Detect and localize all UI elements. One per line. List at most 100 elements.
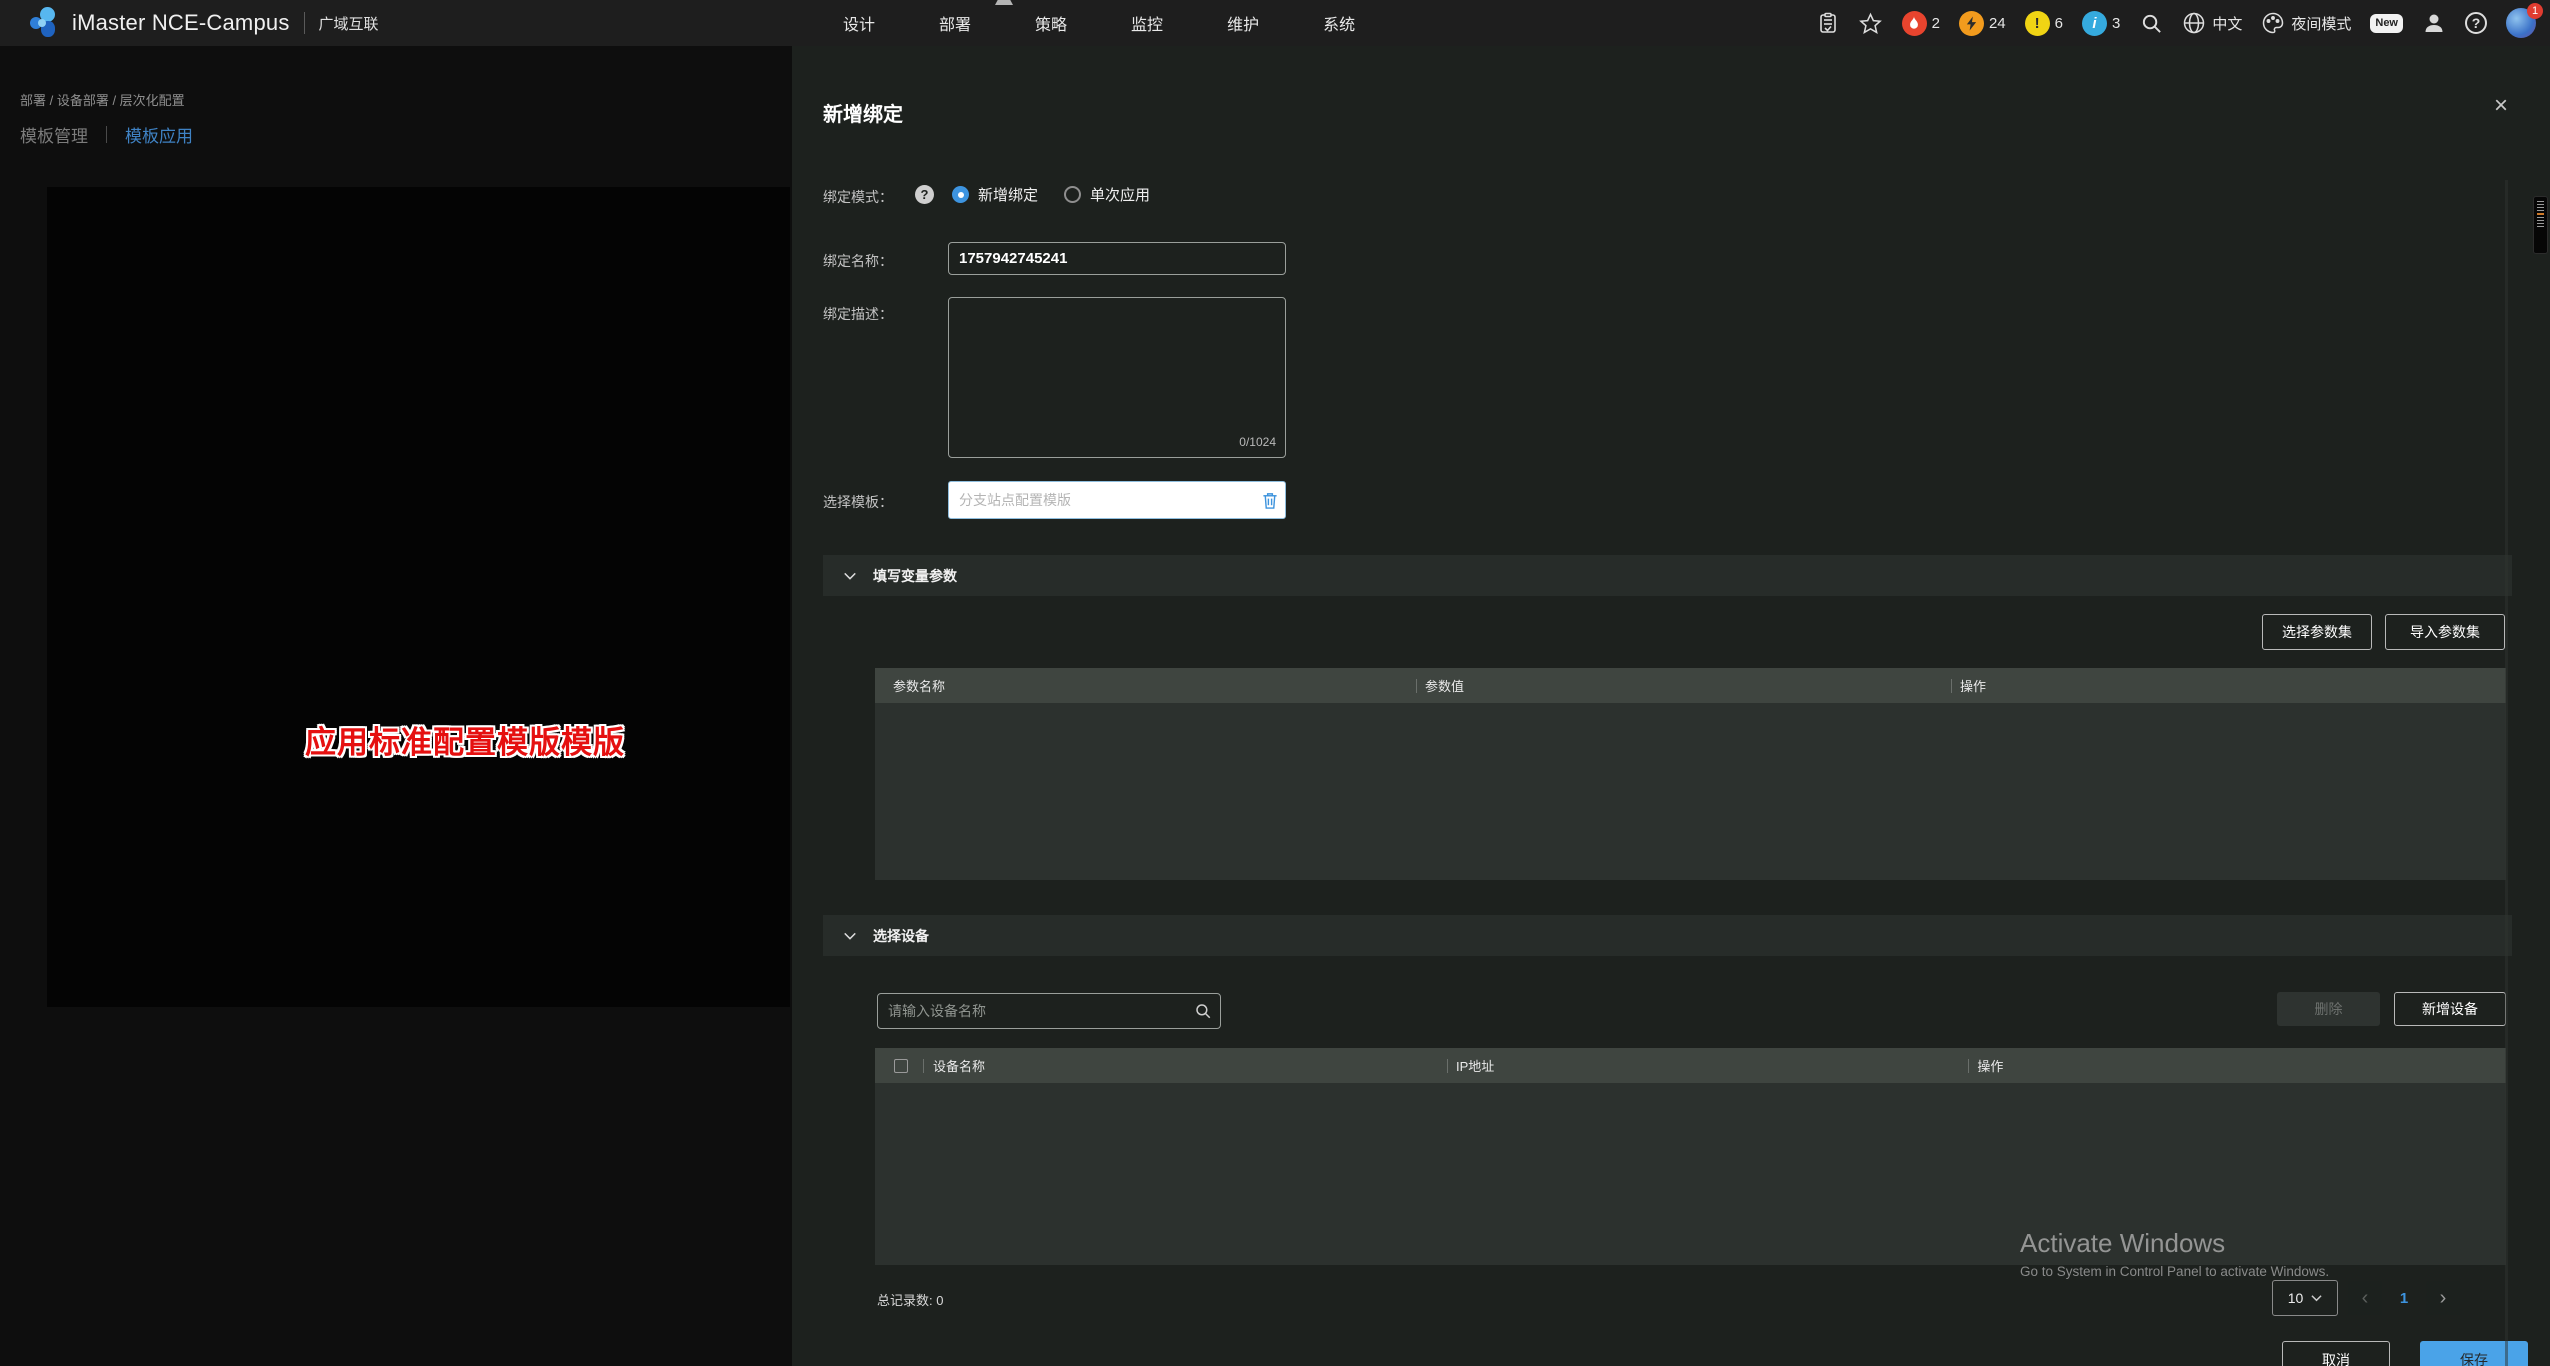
brand-divider — [304, 12, 305, 34]
param-table-header: 参数名称 参数值 操作 — [875, 668, 2506, 703]
binding-name-input[interactable] — [948, 242, 1286, 275]
menu-monitor[interactable]: 监控 — [1131, 11, 1163, 35]
minor-alarm-exclamation-icon: ! — [2025, 11, 2050, 36]
template-select-input[interactable] — [949, 492, 1255, 508]
section-title: 选择设备 — [873, 926, 929, 946]
clear-template-trash-icon[interactable] — [1255, 482, 1285, 518]
drawer-title: 新增绑定 — [823, 98, 903, 127]
section-select-device[interactable]: 选择设备 — [823, 915, 2512, 956]
close-icon[interactable]: × — [2494, 94, 2508, 118]
radio-new-binding[interactable]: 新增绑定 — [952, 184, 1038, 205]
total-records-label: 总记录数: 0 — [877, 1290, 943, 1309]
delete-device-button-disabled[interactable]: 删除 — [2277, 992, 2380, 1026]
breadcrumb: 部署 / 设备部署 / 层次化配置 — [20, 90, 185, 109]
info-alarm-group[interactable]: i 3 — [2082, 11, 2120, 36]
info-alarm-count: 3 — [2112, 15, 2120, 32]
language-switch[interactable]: 中文 — [2182, 11, 2242, 35]
next-page-button[interactable]: › — [2426, 1281, 2460, 1315]
col-ip-address: IP地址 — [1456, 1056, 1494, 1075]
main-menu: 设计 部署 策略 监控 维护 系统 — [843, 0, 1355, 46]
avatar-notification-badge: 1 — [2527, 3, 2543, 19]
column-divider — [1447, 1059, 1448, 1073]
page-tabs: 模板管理 模板应用 — [20, 122, 193, 147]
binding-mode-label: 绑定模式： — [823, 187, 893, 207]
caret-down-icon — [2311, 1294, 2322, 1302]
task-list-icon[interactable] — [1816, 11, 1840, 35]
column-divider — [1416, 679, 1417, 693]
application-window: iMaster NCE-Campus 广域互联 设计 部署 策略 监控 维护 系… — [0, 0, 2550, 1366]
binding-mode-options: 新增绑定 单次应用 — [952, 184, 1150, 205]
binding-desc-textarea[interactable] — [948, 297, 1286, 458]
device-table: 设备名称 IP地址 操作 — [875, 1048, 2506, 1265]
section-title: 填写变量参数 — [873, 566, 957, 586]
search-icon[interactable] — [1186, 1002, 1220, 1020]
col-param-op: 操作 — [1960, 676, 1986, 695]
palette-icon — [2261, 11, 2285, 35]
select-all-checkbox[interactable] — [894, 1059, 908, 1073]
radio-single-apply[interactable]: 单次应用 — [1064, 184, 1150, 205]
section-variable-params[interactable]: 填写变量参数 — [823, 555, 2512, 596]
menu-deploy[interactable]: 部署 — [939, 11, 971, 35]
critical-alarm-group[interactable]: 2 — [1902, 11, 1940, 36]
user-icon[interactable] — [2422, 11, 2446, 35]
current-page-number[interactable]: 1 — [2392, 1290, 2416, 1307]
user-avatar[interactable]: 1 — [2506, 8, 2536, 38]
binding-desc-wrap: 0/1024 — [948, 297, 1286, 458]
language-label: 中文 — [2212, 13, 2242, 34]
radio-unselected-icon — [1064, 186, 1081, 203]
chevron-down-icon — [843, 570, 857, 582]
minor-alarm-count: 6 — [2055, 15, 2063, 32]
device-search-input[interactable] — [878, 1003, 1186, 1019]
top-notch — [995, 0, 1013, 5]
menu-maintain[interactable]: 维护 — [1227, 11, 1259, 35]
page-size-value: 10 — [2288, 1290, 2304, 1306]
major-alarm-count: 24 — [1989, 15, 2006, 32]
tab-divider — [106, 126, 107, 143]
menu-design[interactable]: 设计 — [843, 11, 875, 35]
param-table-body-empty — [875, 703, 2506, 880]
drawer-scrollbar[interactable] — [2505, 180, 2508, 1366]
template-select-field — [948, 481, 1286, 519]
critical-alarm-count: 2 — [1932, 15, 1940, 32]
favorites-star-icon[interactable] — [1859, 11, 1883, 35]
edge-annotation-widget[interactable] — [2533, 196, 2548, 254]
column-divider — [1968, 1059, 1969, 1073]
import-param-set-button[interactable]: 导入参数集 — [2385, 614, 2505, 650]
binding-name-label: 绑定名称： — [823, 251, 893, 271]
minor-alarm-group[interactable]: ! 6 — [2025, 11, 2063, 36]
col-device-op: 操作 — [1977, 1056, 2003, 1075]
activate-windows-watermark-sub: Go to System in Control Panel to activat… — [2020, 1264, 2329, 1279]
help-icon[interactable]: ? — [2465, 12, 2487, 34]
menu-system[interactable]: 系统 — [1323, 11, 1355, 35]
select-param-set-button[interactable]: 选择参数集 — [2262, 614, 2372, 650]
add-binding-drawer: 新增绑定 × 绑定模式： ? 新增绑定 单次应用 绑定名称： 绑定描述： 0/1… — [792, 46, 2550, 1366]
pagination: 10 ‹ 1 › — [2272, 1280, 2460, 1316]
top-right-tools: 2 24 ! 6 i 3 — [1816, 0, 2536, 46]
col-param-value: 参数值 — [1425, 676, 1464, 695]
product-subtitle: 广域互联 — [319, 13, 379, 34]
product-title: iMaster NCE-Campus — [72, 10, 290, 36]
search-icon[interactable] — [2139, 11, 2163, 35]
prev-page-button[interactable]: ‹ — [2348, 1281, 2382, 1315]
column-divider — [1951, 679, 1952, 693]
imaster-logo-icon — [28, 6, 62, 40]
device-table-header: 设备名称 IP地址 操作 — [875, 1048, 2506, 1083]
new-feature-badge[interactable]: New — [2370, 14, 2403, 33]
add-device-button[interactable]: 新增设备 — [2394, 992, 2506, 1026]
chevron-down-icon — [843, 930, 857, 942]
page-size-select[interactable]: 10 — [2272, 1280, 2338, 1316]
device-search-field — [877, 993, 1221, 1029]
char-counter: 0/1024 — [1239, 435, 1276, 449]
menu-policy[interactable]: 策略 — [1035, 11, 1067, 35]
mode-help-icon[interactable]: ? — [915, 185, 934, 204]
page-content-area: 应用标准配置模版模版 — [47, 187, 790, 1007]
night-mode-switch[interactable]: 夜间模式 — [2261, 11, 2351, 35]
save-button[interactable]: 保存 — [2420, 1341, 2528, 1366]
tab-template-application[interactable]: 模板应用 — [125, 122, 193, 147]
critical-alarm-flame-icon — [1902, 11, 1927, 36]
cancel-button[interactable]: 取消 — [2282, 1341, 2390, 1366]
tab-template-management[interactable]: 模板管理 — [20, 122, 88, 147]
radio-selected-icon — [952, 186, 969, 203]
top-bar: iMaster NCE-Campus 广域互联 设计 部署 策略 监控 维护 系… — [0, 0, 2550, 46]
major-alarm-group[interactable]: 24 — [1959, 11, 2006, 36]
